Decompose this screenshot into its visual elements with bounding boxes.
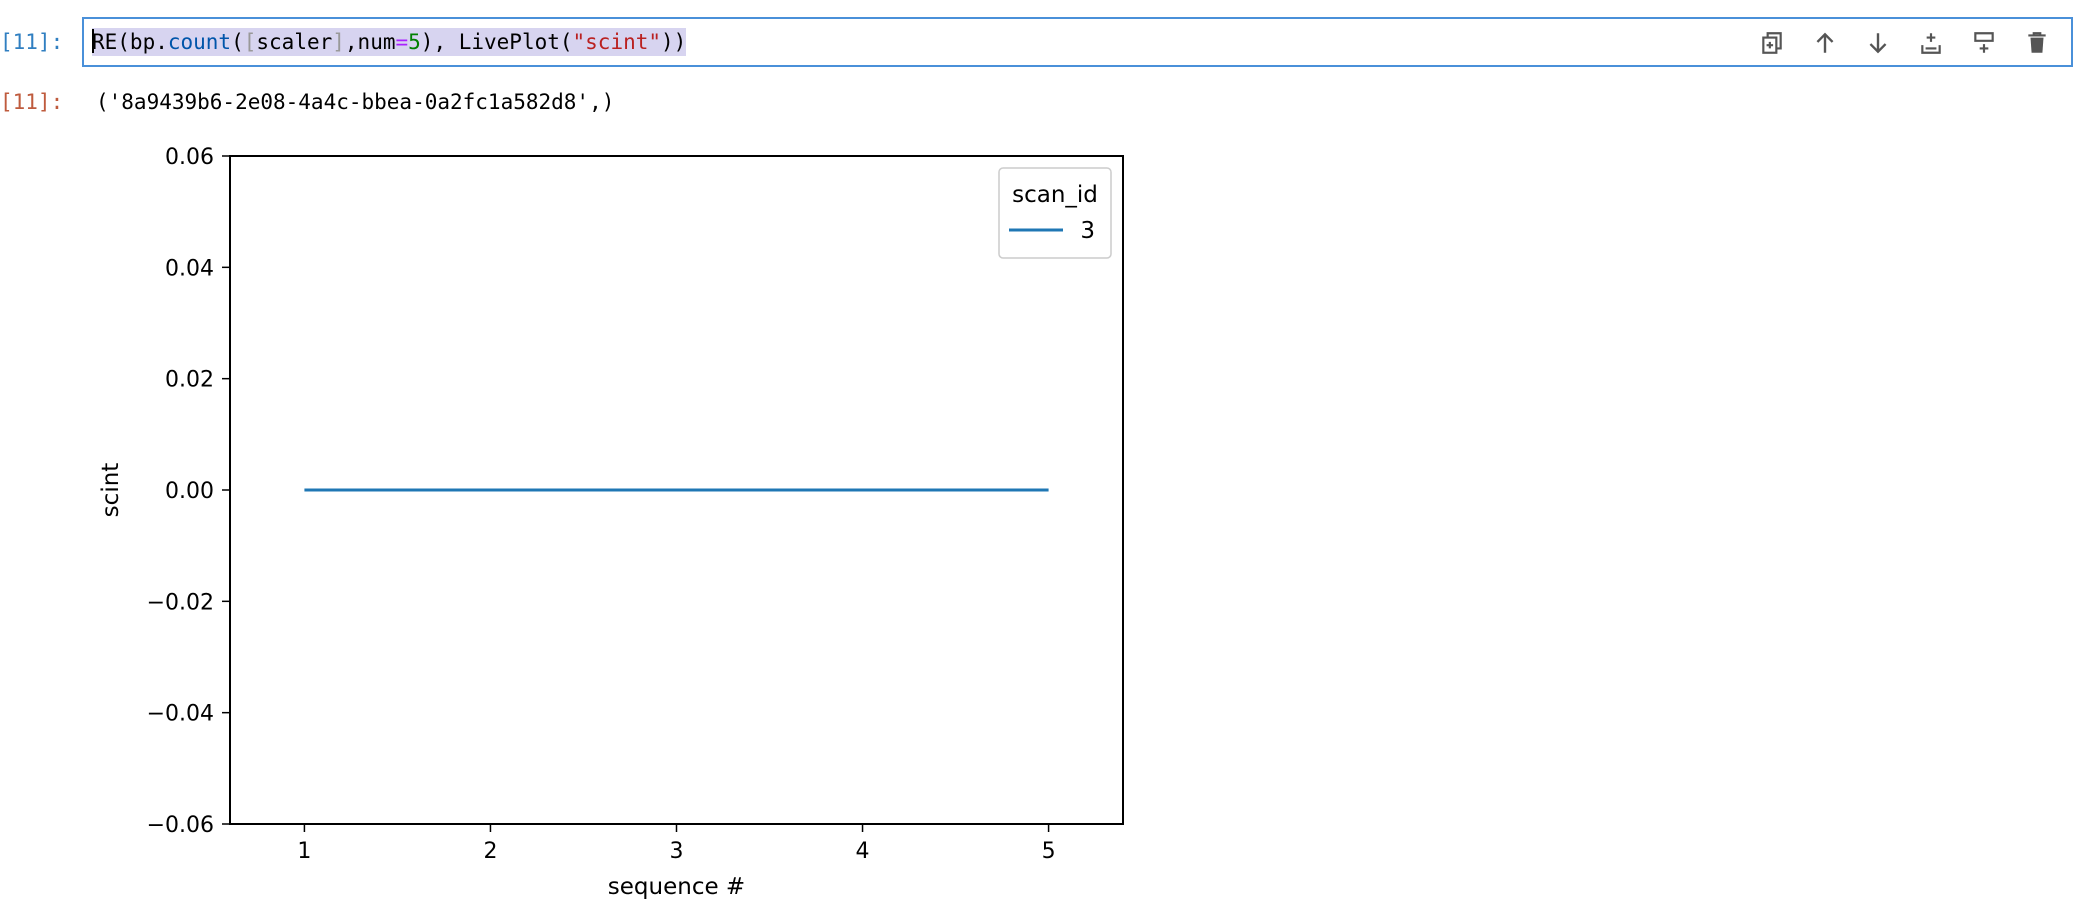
y-tick-label: 0.02: [165, 368, 214, 393]
insert-below-icon: [1973, 32, 1994, 53]
duplicate-icon: [1761, 32, 1782, 54]
chart-axes: 1 2 3 4 5 0.06 0.04 0.02 0.00 −0.02 −0.04 −0.06 sequ…: [98, 145, 1124, 900]
code-token: 5: [408, 30, 421, 54]
x-tick-label: 2: [483, 839, 497, 864]
output-text: ('8a9439b6-2e08-4a4c-bbea-0a2fc1a582d8',…: [96, 90, 615, 114]
insert-cell-above-button[interactable]: [1904, 27, 1957, 59]
y-tick-label: 0.06: [165, 145, 214, 170]
legend-entry: 3: [1080, 218, 1095, 244]
code-token: ]: [332, 30, 345, 54]
code-token: RE(bp.: [92, 30, 168, 54]
insert-cell-below-button[interactable]: [1957, 27, 2010, 59]
code-token: )): [661, 30, 687, 54]
code-token: [: [243, 30, 257, 54]
code-token: "scint": [572, 30, 662, 54]
y-tick-label: 0.00: [165, 479, 214, 504]
x-tick-label: 4: [856, 839, 870, 864]
move-down-icon: [1869, 33, 1886, 54]
delete-icon: [2027, 32, 2046, 53]
code-line[interactable]: RE(bp.count([scaler],num=5), LivePlot("s…: [92, 28, 687, 56]
move-up-button[interactable]: [1798, 27, 1851, 59]
x-tick-label: 1: [297, 839, 311, 864]
code-token: =: [395, 30, 409, 54]
code-token: (: [231, 30, 244, 54]
code-token: ,num: [344, 30, 396, 54]
y-tick-label: 0.04: [165, 256, 214, 281]
legend-title: scan_id: [1012, 182, 1098, 208]
duplicate-cell-button[interactable]: [1745, 27, 1798, 59]
cell-toolbar: [1745, 27, 2063, 59]
code-token: count: [167, 30, 232, 54]
output-prompt: [11]:: [0, 90, 64, 114]
code-token: scaler: [256, 30, 333, 54]
y-axis-label: scint: [98, 463, 124, 518]
code-cell-editor[interactable]: RE(bp.count([scaler],num=5), LivePlot("s…: [82, 17, 2073, 67]
y-tick-label: −0.02: [147, 590, 214, 615]
x-tick-label: 5: [1042, 839, 1056, 864]
y-tick-label: −0.06: [147, 813, 214, 838]
liveplot-chart: 1 2 3 4 5 0.06 0.04 0.02 0.00 −0.02 −0.04 −0.06 sequ…: [98, 145, 1124, 900]
move-up-icon: [1816, 32, 1833, 53]
x-axis-label: sequence #: [608, 874, 745, 900]
chart-legend: scan_id 3: [998, 167, 1112, 259]
y-tick-label: −0.04: [147, 702, 214, 727]
code-token: ), LivePlot(: [420, 30, 573, 54]
move-down-button[interactable]: [1851, 27, 1904, 59]
input-prompt: [11]:: [0, 30, 64, 54]
delete-cell-button[interactable]: [2010, 27, 2063, 59]
x-tick-label: 3: [670, 839, 684, 864]
insert-above-icon: [1920, 33, 1941, 54]
